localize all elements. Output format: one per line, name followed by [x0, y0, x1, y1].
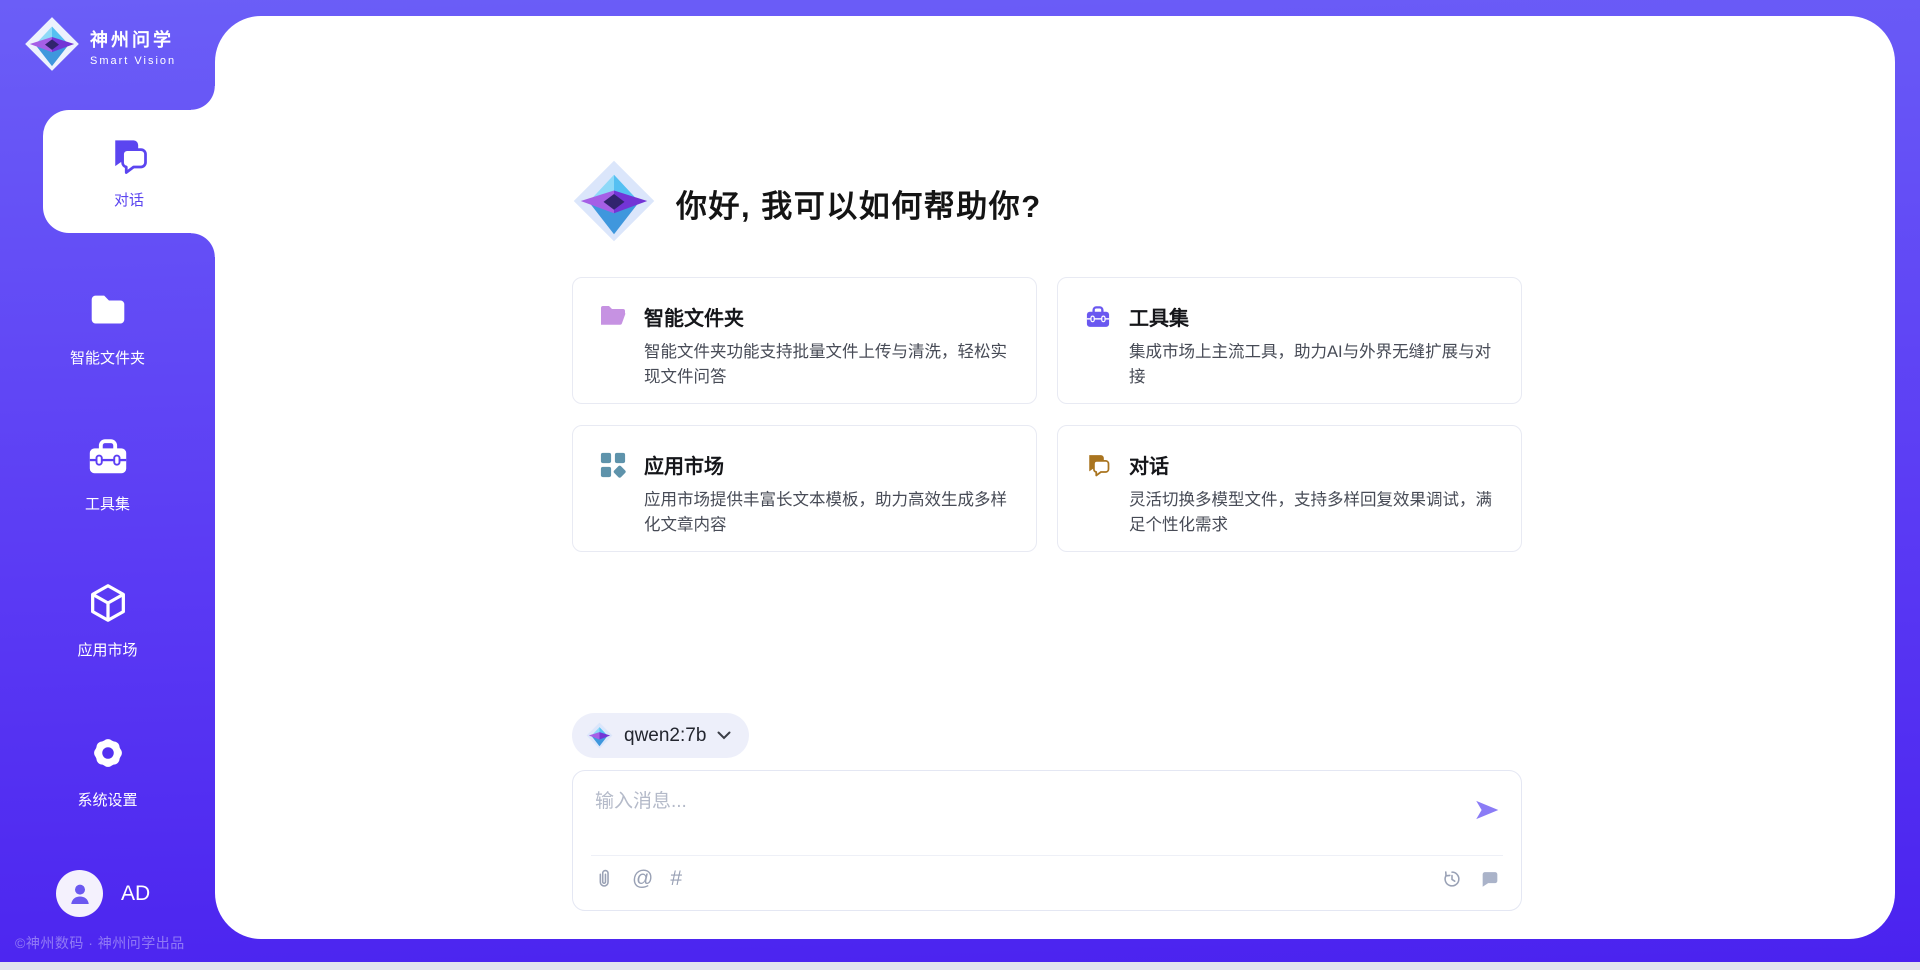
sidebar-item-settings[interactable]: 系统设置: [0, 730, 215, 810]
card-title: 工具集: [1129, 302, 1189, 331]
greeting-diamond-logo-icon: [572, 159, 656, 248]
history-icon[interactable]: [1441, 868, 1463, 890]
brand-diamond-logo-icon: [24, 16, 80, 77]
avatar: [56, 870, 103, 917]
chevron-down-icon: [717, 731, 731, 740]
brand: 神州问学 Smart Vision: [24, 16, 176, 77]
card-toolset[interactable]: 工具集 集成市场上主流工具，助力AI与外界无缝扩展与对接: [1057, 277, 1522, 404]
greeting-title: 你好, 我可以如何帮助你?: [676, 181, 1042, 226]
diamond-logo-icon: [586, 722, 613, 749]
page-bottom-strip: [0, 962, 1920, 970]
sidebar-item-app-market[interactable]: 应用市场: [0, 580, 215, 660]
brand-subtitle: Smart Vision: [90, 55, 176, 67]
paperclip-icon[interactable]: [593, 867, 615, 889]
sidebar: 神州问学 Smart Vision 对话 智能文件夹: [0, 0, 215, 970]
card-app-market[interactable]: 应用市场 应用市场提供丰富长文本模板，助力高效生成多样化文章内容: [572, 425, 1037, 552]
greeting: 你好, 我可以如何帮助你?: [572, 159, 1042, 248]
brand-name: 神州问学: [90, 26, 176, 52]
card-description: 智能文件夹功能支持批量文件上传与清洗，轻松实现文件问答: [644, 340, 1010, 390]
model-selector[interactable]: qwen2:7b: [572, 713, 749, 758]
folder-open-icon: [599, 303, 627, 330]
chat-icon: [107, 134, 151, 182]
sidebar-item-toolset[interactable]: 工具集: [0, 434, 215, 514]
sidebar-item-label: 对话: [114, 189, 144, 210]
card-title: 智能文件夹: [644, 302, 744, 331]
card-title: 对话: [1129, 450, 1169, 479]
folder-icon: [85, 288, 131, 338]
sidebar-item-label: 工具集: [85, 493, 130, 514]
send-icon[interactable]: [1473, 796, 1501, 824]
apps-grid-icon: [599, 451, 627, 478]
card-description: 灵活切换多模型文件，支持多样回复效果调试，满足个性化需求: [1129, 488, 1495, 538]
chat-input-box: @ #: [572, 770, 1522, 911]
card-chat[interactable]: 对话 灵活切换多模型文件，支持多样回复效果调试，满足个性化需求: [1057, 425, 1522, 552]
input-divider: [591, 855, 1503, 856]
message-input[interactable]: [595, 786, 1455, 846]
user-profile[interactable]: AD: [56, 870, 150, 917]
card-description: 集成市场上主流工具，助力AI与外界无缝扩展与对接: [1129, 340, 1495, 390]
briefcase-icon: [1084, 303, 1112, 330]
copyright-text: ©神州数码 · 神州问学出品: [15, 933, 185, 953]
chat-bubble-icon[interactable]: [1479, 868, 1501, 890]
card-description: 应用市场提供丰富长文本模板，助力高效生成多样化文章内容: [644, 488, 1010, 538]
person-icon: [65, 879, 95, 909]
sidebar-item-chat[interactable]: 对话: [43, 110, 215, 233]
briefcase-icon: [85, 434, 131, 484]
sidebar-item-label: 系统设置: [77, 789, 137, 810]
card-title: 应用市场: [644, 450, 724, 479]
user-name: AD: [121, 882, 150, 906]
hash-icon[interactable]: #: [670, 868, 682, 889]
model-name: qwen2:7b: [624, 725, 706, 747]
chat-icon: [1084, 451, 1112, 478]
active-tab-curve-top: [191, 86, 215, 110]
mention-icon[interactable]: @: [632, 868, 653, 889]
cube-icon: [85, 580, 131, 630]
card-smart-folder[interactable]: 智能文件夹 智能文件夹功能支持批量文件上传与清洗，轻松实现文件问答: [572, 277, 1037, 404]
sidebar-item-smart-folder[interactable]: 智能文件夹: [0, 288, 215, 368]
gear-icon: [85, 730, 131, 780]
active-tab-curve-bottom: [191, 233, 215, 257]
sidebar-item-label: 智能文件夹: [70, 347, 145, 368]
sidebar-item-label: 应用市场: [77, 639, 137, 660]
feature-cards: 智能文件夹 智能文件夹功能支持批量文件上传与清洗，轻松实现文件问答 工具集 集成…: [572, 277, 1522, 552]
